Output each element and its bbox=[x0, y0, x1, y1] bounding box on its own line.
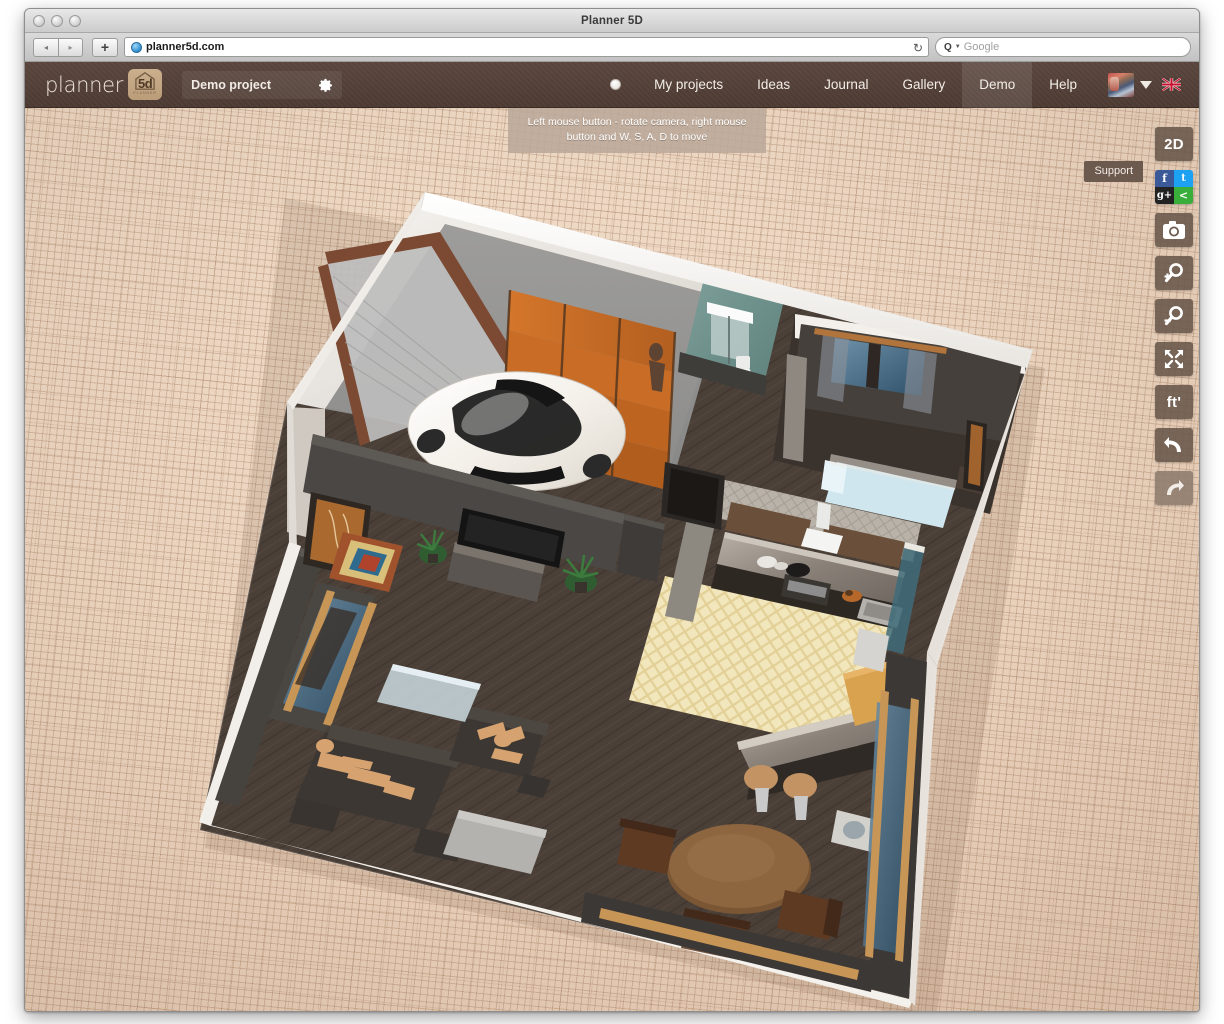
window-controls bbox=[33, 15, 81, 27]
chevron-down-icon: ▼ bbox=[955, 44, 961, 50]
logo-badge-subtext: PLANNER bbox=[133, 91, 157, 95]
gear-icon[interactable] bbox=[318, 77, 333, 92]
reload-icon[interactable]: ↻ bbox=[913, 40, 923, 56]
googleplus-icon[interactable]: g+ bbox=[1155, 187, 1174, 204]
share-icon[interactable]: < bbox=[1174, 187, 1193, 204]
logo-badge: 5d PLANNER bbox=[128, 69, 162, 100]
twitter-icon[interactable]: t bbox=[1174, 170, 1193, 187]
window-title: Planner 5D bbox=[581, 15, 643, 27]
forward-arrow-icon[interactable]: ▸ bbox=[58, 38, 83, 57]
right-toolbar: 2D f t g+ < bbox=[1155, 127, 1193, 505]
nav-item-my-projects[interactable]: My projects bbox=[637, 62, 740, 108]
address-bar[interactable]: planner5d.com ↻ bbox=[124, 37, 929, 57]
magnifier-minus-icon bbox=[1163, 305, 1185, 327]
undo-button[interactable] bbox=[1155, 428, 1193, 462]
globe-icon bbox=[131, 42, 142, 53]
notification-dot-icon bbox=[610, 79, 621, 90]
search-input[interactable]: Q ▼ Google bbox=[935, 37, 1191, 57]
search-placeholder: Google bbox=[964, 41, 999, 53]
maximize-window-button[interactable] bbox=[69, 15, 81, 27]
zoom-out-button[interactable] bbox=[1155, 299, 1193, 333]
magnifier-icon: Q bbox=[944, 42, 952, 53]
snapshot-button[interactable] bbox=[1155, 213, 1193, 247]
back-arrow-icon[interactable]: ◂ bbox=[33, 38, 58, 57]
main-navigation: My projects Ideas Journal Gallery Demo H… bbox=[594, 62, 1199, 108]
nav-item-ideas[interactable]: Ideas bbox=[740, 62, 807, 108]
user-menu[interactable] bbox=[1094, 73, 1162, 97]
nav-item-gallery[interactable]: Gallery bbox=[885, 62, 962, 108]
nav-item-journal[interactable]: Journal bbox=[807, 62, 885, 108]
minimize-window-button[interactable] bbox=[51, 15, 63, 27]
uk-flag-icon[interactable] bbox=[1162, 78, 1181, 91]
logo-badge-text: 5d bbox=[138, 77, 152, 90]
page-viewport: planner 5d PLANNER Demo project bbox=[25, 62, 1199, 1012]
units-button[interactable]: ft' bbox=[1155, 385, 1193, 419]
support-button[interactable]: Support bbox=[1084, 161, 1143, 182]
logo-wordmark: planner bbox=[45, 73, 123, 97]
view-2d-button[interactable]: 2D bbox=[1155, 127, 1193, 161]
magnifier-plus-icon bbox=[1163, 262, 1185, 284]
browser-window: Planner 5D ◂ ▸ + planner5d.com ↻ Q ▼ Goo… bbox=[24, 8, 1200, 1012]
project-selector[interactable]: Demo project bbox=[182, 71, 342, 99]
3d-floorplan-scene[interactable] bbox=[25, 62, 1199, 1012]
new-tab-button[interactable]: + bbox=[92, 38, 118, 57]
fullscreen-button[interactable] bbox=[1155, 342, 1193, 376]
redo-button[interactable] bbox=[1155, 471, 1193, 505]
navigation-buttons: ◂ ▸ bbox=[33, 38, 83, 57]
browser-toolbar: ◂ ▸ + planner5d.com ↻ Q ▼ Google bbox=[25, 33, 1199, 62]
camera-icon bbox=[1163, 221, 1185, 239]
chevron-down-icon[interactable] bbox=[1140, 81, 1152, 89]
expand-arrows-icon bbox=[1163, 348, 1185, 370]
browser-titlebar: Planner 5D bbox=[25, 9, 1199, 33]
undo-arrow-icon bbox=[1163, 435, 1185, 455]
user-avatar[interactable] bbox=[1108, 73, 1134, 97]
url-text: planner5d.com bbox=[146, 41, 224, 53]
project-name: Demo project bbox=[191, 78, 271, 92]
close-window-button[interactable] bbox=[33, 15, 45, 27]
camera-controls-hint: Left mouse button - rotate camera, right… bbox=[508, 108, 766, 153]
app-header: planner 5d PLANNER Demo project bbox=[25, 62, 1199, 108]
redo-arrow-icon bbox=[1163, 478, 1185, 498]
facebook-icon[interactable]: f bbox=[1155, 170, 1174, 187]
social-share-button[interactable]: f t g+ < bbox=[1155, 170, 1193, 204]
notification-button[interactable] bbox=[594, 79, 637, 90]
nav-item-help[interactable]: Help bbox=[1032, 62, 1094, 108]
nav-item-demo[interactable]: Demo bbox=[962, 62, 1032, 108]
app-logo[interactable]: planner 5d PLANNER bbox=[45, 69, 162, 100]
zoom-in-button[interactable] bbox=[1155, 256, 1193, 290]
